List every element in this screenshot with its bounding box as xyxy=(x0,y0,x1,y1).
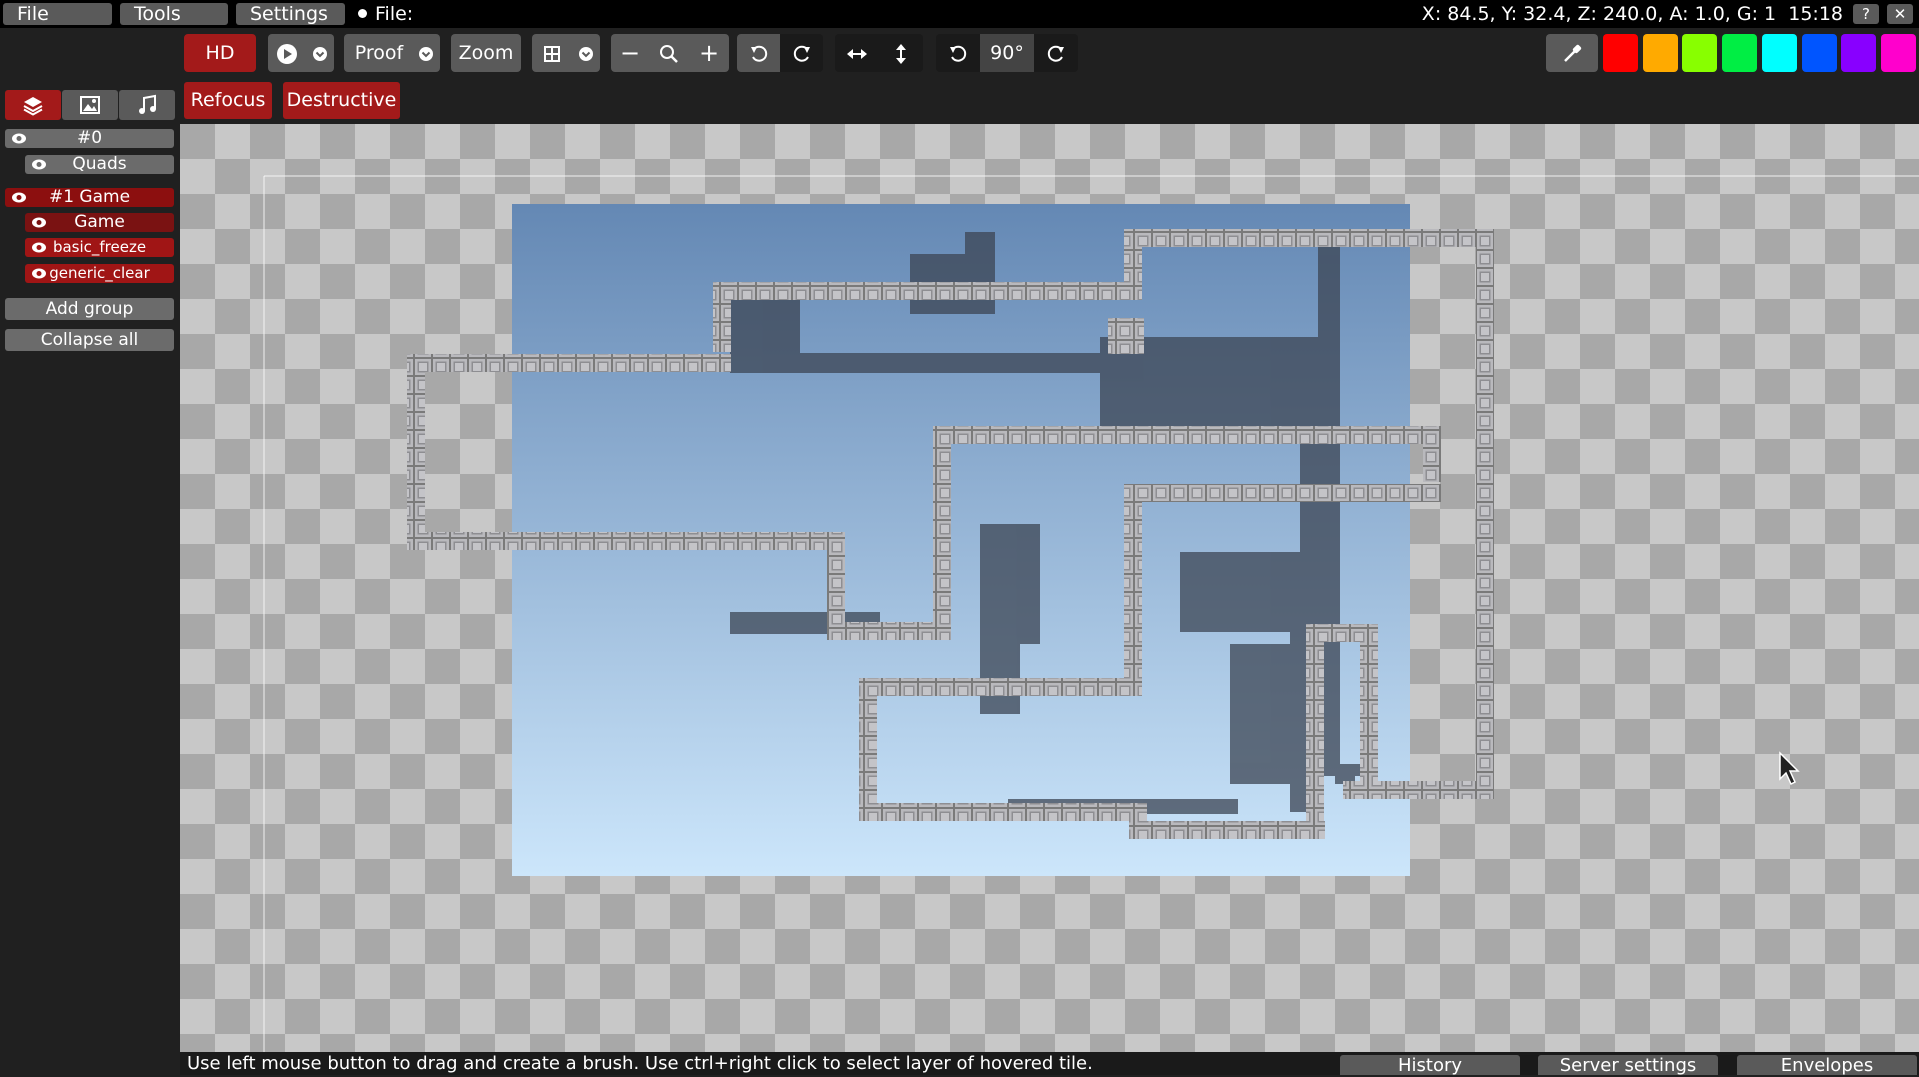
color-swatch[interactable] xyxy=(1642,34,1678,72)
collapse-all-button[interactable]: Collapse all xyxy=(5,329,174,351)
clock: 15:18 xyxy=(1788,3,1843,25)
color-swatch[interactable] xyxy=(1880,34,1916,72)
eye-icon[interactable] xyxy=(11,132,27,145)
envelopes-tab[interactable]: Envelopes xyxy=(1737,1055,1917,1076)
image-icon xyxy=(80,96,100,114)
status-bar: Use left mouse button to drag and create… xyxy=(180,1052,1919,1076)
color-swatch[interactable] xyxy=(1682,34,1718,72)
rotation-amount[interactable]: 90° xyxy=(980,34,1034,72)
cursor-coords: X: 84.5, Y: 32.4, Z: 240.0, A: 1.0, G: 1 xyxy=(1421,3,1777,25)
help-button[interactable]: ? xyxy=(1853,4,1879,24)
rotate-cw-icon[interactable] xyxy=(1034,34,1078,72)
eye-icon[interactable] xyxy=(11,191,27,204)
menu-bar: File Tools Settings File: X: 84.5, Y: 32… xyxy=(0,0,1919,28)
redo-icon[interactable] xyxy=(780,34,823,72)
eye-icon[interactable] xyxy=(31,241,47,254)
hd-button[interactable]: HD xyxy=(184,34,256,72)
layer-generic-clear[interactable]: generic_clear xyxy=(25,264,174,283)
history-tab[interactable]: History xyxy=(1340,1055,1520,1076)
zoom-button[interactable]: Zoom xyxy=(451,34,521,72)
layer-basic-freeze[interactable]: basic_freeze xyxy=(25,238,174,257)
zoom-out-icon[interactable]: − xyxy=(611,34,649,72)
close-button[interactable]: ✕ xyxy=(1887,4,1913,24)
chevron-down-icon[interactable] xyxy=(306,34,334,72)
destructive-button[interactable]: Destructive xyxy=(283,82,400,119)
tab-layers[interactable] xyxy=(5,90,61,120)
layer-label: basic_freeze xyxy=(52,238,147,256)
coords-readout: X: 84.5, Y: 32.4, Z: 240.0, A: 1.0, G: 1… xyxy=(1422,3,1843,25)
chevron-down-icon[interactable] xyxy=(572,34,600,72)
file-label: File: xyxy=(375,3,414,25)
layers-icon xyxy=(23,97,43,116)
color-swatch[interactable] xyxy=(1722,34,1758,72)
color-swatch[interactable] xyxy=(1603,34,1638,72)
eye-icon[interactable] xyxy=(31,267,47,280)
unsaved-dot-icon xyxy=(358,9,367,18)
layer-label: Quads xyxy=(72,154,127,174)
add-group-button[interactable]: Add group xyxy=(5,298,174,320)
rotate-controls: 90° xyxy=(936,34,1078,72)
map-view xyxy=(263,175,1919,1052)
proof-dropdown[interactable]: Proof xyxy=(344,34,440,72)
undo-icon[interactable] xyxy=(737,34,780,72)
flip-horizontal-icon[interactable] xyxy=(835,34,879,72)
file-status: File: xyxy=(358,3,413,25)
zoom-controls: − + xyxy=(611,34,729,72)
server-settings-tab[interactable]: Server settings xyxy=(1538,1055,1718,1076)
eye-icon[interactable] xyxy=(31,158,47,171)
layer-game[interactable]: Game xyxy=(25,213,174,232)
zoom-in-icon[interactable]: + xyxy=(689,34,729,72)
color-picker-button[interactable] xyxy=(1546,34,1598,72)
eyedropper-icon xyxy=(1564,44,1582,62)
group-label: #0 xyxy=(76,128,103,148)
refocus-button[interactable]: Refocus xyxy=(184,82,272,119)
zoom-reset-icon[interactable] xyxy=(649,34,689,72)
grid-icon[interactable] xyxy=(532,34,572,72)
proof-label: Proof xyxy=(354,42,404,64)
color-swatch[interactable] xyxy=(1841,34,1877,72)
tab-sounds[interactable] xyxy=(119,90,175,120)
tab-images[interactable] xyxy=(62,90,118,120)
status-text: Use left mouse button to drag and create… xyxy=(187,1053,1093,1074)
tools-menu[interactable]: Tools xyxy=(120,3,228,25)
layer-label: generic_clear xyxy=(49,264,150,282)
map-canvas[interactable] xyxy=(180,124,1919,1052)
rotate-ccw-icon[interactable] xyxy=(936,34,980,72)
mouse-cursor-icon xyxy=(1779,751,1800,786)
color-swatch[interactable] xyxy=(1761,34,1797,72)
music-icon xyxy=(139,94,156,114)
layer-group-1[interactable]: #1 Game xyxy=(5,188,174,207)
undo-redo xyxy=(737,34,823,72)
eye-icon[interactable] xyxy=(31,216,47,229)
group-label: #1 Game xyxy=(48,187,131,207)
grid-dropdown[interactable] xyxy=(532,34,600,72)
layer-group-0[interactable]: #0 xyxy=(5,129,174,148)
flip-vertical-icon[interactable] xyxy=(879,34,923,72)
layer-quads[interactable]: Quads xyxy=(25,155,174,174)
play-dropdown[interactable] xyxy=(268,34,334,72)
play-icon[interactable] xyxy=(268,34,306,72)
settings-menu[interactable]: Settings xyxy=(236,3,345,25)
layer-label: Game xyxy=(74,212,125,232)
flip-controls xyxy=(835,34,923,72)
file-menu[interactable]: File xyxy=(3,3,112,25)
chevron-down-icon[interactable] xyxy=(412,34,440,72)
color-swatch[interactable] xyxy=(1801,34,1837,72)
